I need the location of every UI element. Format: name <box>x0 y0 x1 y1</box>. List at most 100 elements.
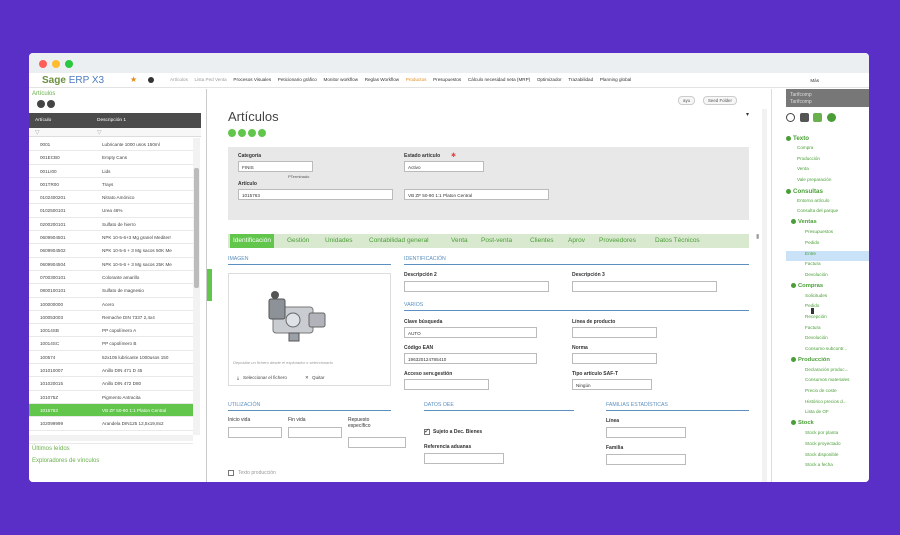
star-icon[interactable]: ★ <box>130 75 137 84</box>
menu-item[interactable]: Presupuestos <box>433 77 461 82</box>
column-header[interactable]: Descripción 1 <box>97 118 126 123</box>
expand-icon[interactable] <box>791 282 796 288</box>
tab-venta[interactable]: Venta <box>448 234 471 248</box>
menu-more[interactable]: Más <box>810 78 819 83</box>
texto-produccion-checkbox[interactable] <box>228 470 234 476</box>
norma-field[interactable] <box>572 353 657 364</box>
inicio-field[interactable] <box>228 427 282 438</box>
tree-item[interactable]: Pedido <box>786 303 869 314</box>
tab-aprov[interactable]: Aprov <box>565 234 588 248</box>
filter-icon[interactable]: ▽ <box>35 129 40 136</box>
tab-gestion[interactable]: Gestión <box>284 234 312 248</box>
table-row[interactable]: 100000000 Acero <box>29 298 193 311</box>
ean-field[interactable]: 196320124785410 <box>404 353 537 364</box>
desc3-field[interactable] <box>572 281 717 292</box>
tipo-select[interactable]: Ningún <box>572 379 652 390</box>
tree-item[interactable]: Stock a fecha <box>786 462 869 473</box>
tree-item[interactable]: Factura <box>786 325 869 336</box>
chat-icon[interactable] <box>827 113 837 122</box>
tree-item[interactable]: Stock por planta <box>786 430 869 441</box>
table-row[interactable]: 001LI00 Lids <box>29 165 193 178</box>
vertical-scrollbar[interactable] <box>193 138 200 435</box>
table-row[interactable]: 100574 52x105 lubricante 1000usos 150 <box>29 351 193 365</box>
familia-field[interactable] <box>606 454 686 465</box>
tree-item[interactable]: Declaración produc... <box>786 367 869 378</box>
maximize-window-icon[interactable] <box>65 60 73 68</box>
tree-item[interactable]: Compras <box>786 282 869 293</box>
table-row[interactable]: 0001 Lubricante 1000 usos 150ml <box>29 138 193 152</box>
repuesto-select[interactable] <box>348 437 406 448</box>
tree-item[interactable]: Histórico precios d... <box>786 399 869 410</box>
tree-item[interactable]: Lista de OF <box>786 409 869 420</box>
tab-unidades[interactable]: Unidades <box>322 234 355 248</box>
table-row[interactable]: 0200200101 Sulfato de hierro <box>29 218 193 232</box>
tab-datos-tecnicos[interactable]: Datos Técnicos <box>652 234 703 248</box>
tree-item[interactable]: Devolución <box>786 272 869 283</box>
tab-proveedores[interactable]: Proveedores <box>596 234 639 248</box>
tab-post-venta[interactable]: Post-venta <box>478 234 515 248</box>
menu-item[interactable]: Reglas Workflow <box>365 77 399 82</box>
ref-aduanas-field[interactable] <box>424 453 504 464</box>
tree-item[interactable]: Solicitudes <box>786 293 869 304</box>
linea-field[interactable] <box>606 427 686 438</box>
chevron-down-icon[interactable]: ▾ <box>746 111 749 118</box>
menu-item[interactable]: Cálculo necesidad neta (MRP) <box>468 77 530 82</box>
menu-item[interactable]: Artículos <box>170 77 188 82</box>
tree-item[interactable]: Stock proyectado <box>786 441 869 452</box>
expand-icon[interactable] <box>791 219 796 225</box>
tree-item[interactable]: Presupuestos <box>786 229 869 240</box>
table-row[interactable]: 102099999 Arandela DIN125 12,5x19,8x2 <box>29 417 193 431</box>
links-explorer[interactable]: Exploradores de vínculos <box>32 458 99 464</box>
table-row[interactable]: 0102500101 Urea 46% <box>29 204 193 218</box>
tab-identificacion[interactable]: Identificación <box>230 234 274 248</box>
recent-link[interactable]: Últimos leídos <box>32 446 70 452</box>
menu-item[interactable]: Optimizador <box>537 77 562 82</box>
table-row[interactable]: 001TR00 Trays <box>29 178 193 192</box>
clave-field[interactable]: AUTO <box>404 327 537 338</box>
acceso-field[interactable] <box>404 379 489 390</box>
tree-item[interactable]: Factura <box>786 261 869 272</box>
menu-item[interactable]: Procesos Visuales <box>233 77 271 82</box>
column-header[interactable]: Artículo <box>35 118 51 123</box>
next-icon[interactable] <box>47 100 55 108</box>
menu-item[interactable]: Trazabilidad <box>568 77 593 82</box>
menu-item[interactable]: Lista Ped Venta <box>195 77 227 82</box>
main-scrollbar[interactable] <box>762 109 767 482</box>
collapse-left-handle[interactable] <box>207 269 212 301</box>
prev-icon[interactable] <box>238 129 246 137</box>
scroll-thumb[interactable] <box>194 168 199 288</box>
dropdown-icon[interactable] <box>148 77 154 83</box>
table-row[interactable]: 0609904502 NPK 10-5-6 + 3 Mg sacos 50K Me <box>29 244 193 258</box>
table-row[interactable]: 0102400201 Nitrato Amónico <box>29 191 193 205</box>
menu-item[interactable]: Monitor workflow <box>324 77 358 82</box>
category-field[interactable]: FINIS <box>238 161 313 172</box>
expand-icon[interactable] <box>791 356 796 362</box>
table-row[interactable]: 0609904504 NPK 10-5-6 + 3 Mg sacos 25K Me <box>29 258 193 271</box>
tab-contabilidad[interactable]: Contabilidad general <box>366 234 432 248</box>
remove-icon[interactable]: ✕ <box>305 375 309 381</box>
seed-folder-button[interactable]: Seed Folder <box>703 96 737 105</box>
next-icon[interactable] <box>248 129 256 137</box>
tree-item[interactable]: Recepción <box>786 314 869 325</box>
minimize-window-icon[interactable] <box>52 60 60 68</box>
expand-icon[interactable] <box>786 135 791 141</box>
first-icon[interactable] <box>228 129 236 137</box>
tree-item[interactable]: Ventas <box>786 219 869 229</box>
fin-field[interactable] <box>288 427 342 438</box>
tree-item[interactable]: Consumos materiales <box>786 377 869 388</box>
tree-item[interactable]: Pedido <box>786 240 869 251</box>
users-icon[interactable] <box>813 113 823 122</box>
tree-item[interactable]: Precio de coste <box>786 388 869 399</box>
table-row[interactable]: 101010007 Anillo DIN 471 D 45 <box>29 364 193 378</box>
tree-item[interactable]: Stock <box>786 420 869 430</box>
tree-item[interactable]: Consumo subcontr... <box>786 346 869 357</box>
table-row[interactable]: 001ECB0 Empty Cans <box>29 151 193 165</box>
tab-clientes[interactable]: Clientes <box>527 234 556 248</box>
tree-item[interactable]: Stock disponible <box>786 452 869 463</box>
upload-icon[interactable]: ⤓ <box>237 375 239 380</box>
close-window-icon[interactable] <box>39 60 47 68</box>
menu-item[interactable]: Peticionario gráfico <box>278 77 317 82</box>
tree-item[interactable]: Consulta del parque <box>786 208 869 219</box>
last-icon[interactable] <box>258 129 266 137</box>
status-select[interactable]: Activo <box>404 161 484 172</box>
